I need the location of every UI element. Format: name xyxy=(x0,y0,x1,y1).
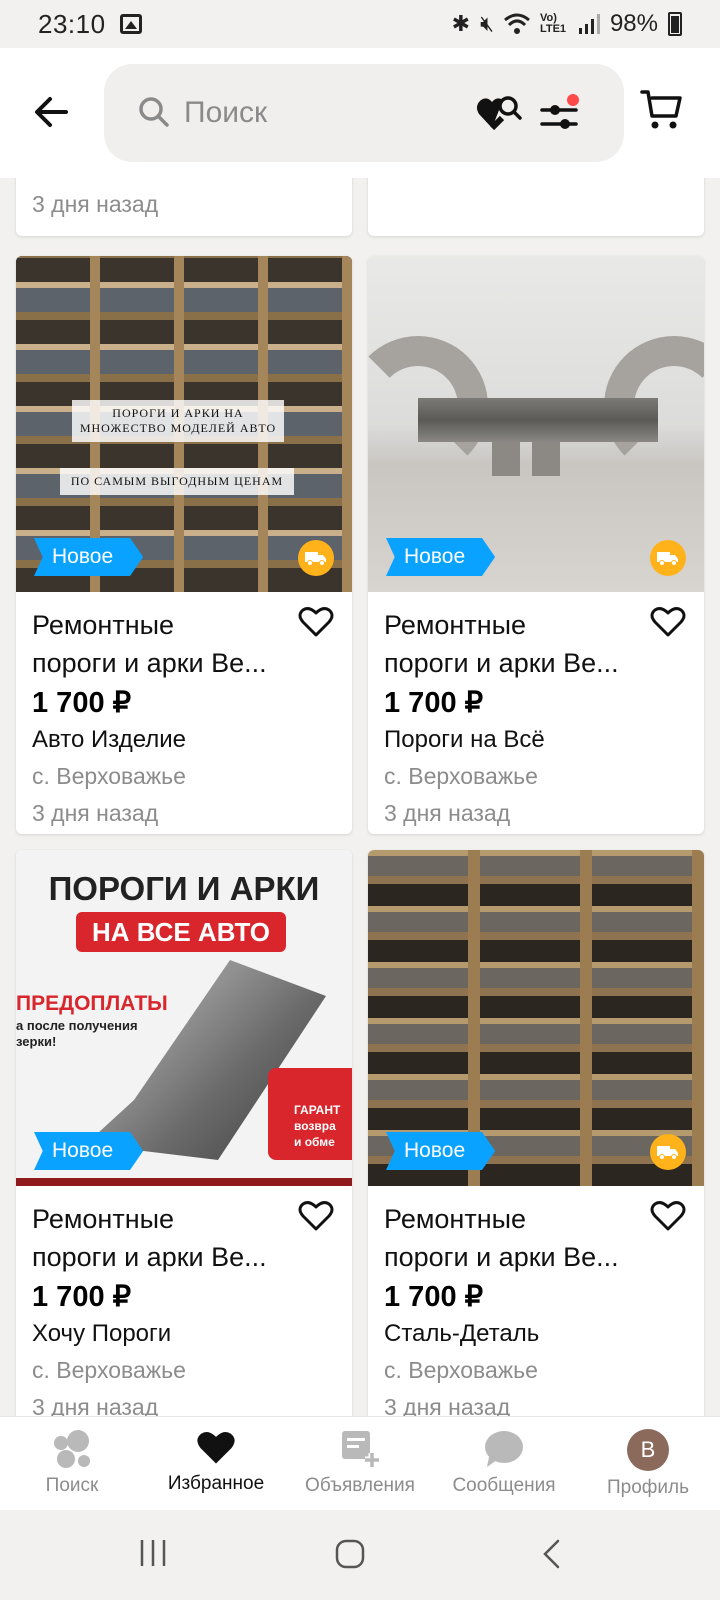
nav-tab-search[interactable]: Поиск xyxy=(0,1417,144,1510)
photo-banner: НА ВСЕ АВТО xyxy=(76,912,286,952)
listings-grid[interactable]: 3 дня назад ПОРОГИ И АРКИ НА МНОЖЕСТВО М… xyxy=(0,178,720,1416)
new-badge: Новое xyxy=(34,538,144,576)
system-back-icon[interactable] xyxy=(540,1538,564,1570)
listing-card-partial[interactable]: 3 дня назад xyxy=(16,178,352,236)
search-placeholder: Поиск xyxy=(184,96,268,129)
listing-date: 3 дня назад xyxy=(384,800,511,826)
favorite-heart-icon[interactable] xyxy=(298,606,334,638)
nav-tab-profile[interactable]: В Профиль xyxy=(576,1417,720,1510)
listing-photo[interactable]: Новое xyxy=(368,850,704,1186)
listing-title: Ремонтные пороги и арки Ве... xyxy=(384,610,619,678)
listing-location: с. Верховажье xyxy=(32,1357,186,1383)
listing-seller: Авто Изделие xyxy=(32,726,187,753)
listing-photo[interactable]: ПОРОГИ И АРКИ НА ВСЕ АВТО ПРЕДОПЛАТЫ а п… xyxy=(16,850,352,1186)
listing-card[interactable]: ПОРОГИ И АРКИ НА МНОЖЕСТВО МОДЕЛЕЙ АВТО … xyxy=(16,256,352,834)
back-arrow-icon[interactable] xyxy=(32,92,72,132)
listing-price: 1 700 ₽ xyxy=(384,1281,484,1313)
messages-tab-icon xyxy=(485,1431,523,1467)
ads-tab-icon xyxy=(342,1431,379,1467)
listing-date: 3 дня назад xyxy=(32,191,159,217)
listing-card[interactable]: ПОРОГИ И АРКИ НА ВСЕ АВТО ПРЕДОПЛАТЫ а п… xyxy=(16,850,352,1416)
saved-search-icon[interactable] xyxy=(476,92,522,132)
listing-location: с. Верховажье xyxy=(384,763,538,789)
search-tab-icon xyxy=(54,1430,90,1468)
home-icon[interactable] xyxy=(334,1538,366,1570)
bracket-image xyxy=(492,442,520,476)
cart-icon[interactable] xyxy=(640,88,684,132)
status-time: 23:10 xyxy=(38,8,106,39)
delivery-icon xyxy=(650,1134,686,1170)
mute-icon: 🔇︎ xyxy=(480,11,494,36)
listing-date: 3 дня назад xyxy=(384,1394,511,1416)
listing-title: Ремонтные пороги и арки Ве... xyxy=(32,610,267,678)
heart-tab-icon xyxy=(197,1431,235,1464)
delivery-icon xyxy=(650,540,686,576)
guarantee-box: ГАРАНТ возвра и обме xyxy=(268,1068,352,1160)
nav-tab-ads[interactable]: Объявления xyxy=(288,1417,432,1510)
top-app-bar: Поиск xyxy=(0,48,720,178)
new-badge: Новое xyxy=(386,538,496,576)
wifi-icon xyxy=(503,13,530,34)
listing-photo[interactable]: ПОРОГИ И АРКИ НА МНОЖЕСТВО МОДЕЛЕЙ АВТО … xyxy=(16,256,352,592)
bluetooth-icon: ✱ xyxy=(451,11,471,36)
search-icon xyxy=(139,97,169,127)
listing-card-partial[interactable] xyxy=(368,178,704,236)
photo-text: ПРЕДОПЛАТЫ xyxy=(16,992,168,1015)
listing-card[interactable]: Новое Ремонтные пороги и арки Ве... 1 700… xyxy=(368,850,704,1416)
listing-info: Ремонтные пороги и арки Ве... 1 700 ₽ Хоч… xyxy=(16,1186,352,1416)
listing-price: 1 700 ₽ xyxy=(384,687,484,719)
gallery-icon xyxy=(119,14,142,34)
avatar: В xyxy=(627,1429,669,1471)
photo-overlay-text: ПОРОГИ И АРКИ НА МНОЖЕСТВО МОДЕЛЕЙ АВТО xyxy=(72,400,284,442)
filters-icon[interactable] xyxy=(540,94,580,134)
listing-seller: Сталь-Деталь xyxy=(384,1320,540,1347)
listing-info: Ремонтные пороги и арки Ве... 1 700 ₽ Пор… xyxy=(368,592,704,832)
listing-info: Ремонтные пороги и арки Ве... 1 700 ₽ Авт… xyxy=(16,592,352,832)
photo-stripe xyxy=(16,1178,352,1186)
listing-price: 1 700 ₽ xyxy=(32,1281,132,1313)
bottom-navigation: Поиск Избранное Объявления Сообщения В П… xyxy=(0,1416,720,1510)
listing-seller: Хочу Пороги xyxy=(32,1320,172,1347)
sill-image xyxy=(418,398,658,442)
listing-seller: Пороги на Всё xyxy=(384,726,545,753)
search-bar[interactable]: Поиск xyxy=(104,64,624,162)
listing-location: с. Верховажье xyxy=(384,1357,538,1383)
signal-icon xyxy=(578,14,600,34)
battery-icon xyxy=(668,12,682,36)
listing-photo[interactable]: Новое xyxy=(368,256,704,592)
photo-text: а после получения xyxy=(16,1018,138,1033)
bracket-image xyxy=(532,442,560,476)
new-badge: Новое xyxy=(386,1132,496,1170)
favorite-heart-icon[interactable] xyxy=(650,606,686,638)
status-bar: 23:10 ✱ 🔇︎ Vo) LTE1 98% xyxy=(0,0,720,48)
volte-icon: Vo) LTE1 xyxy=(539,12,567,35)
photo-headline: ПОРОГИ И АРКИ xyxy=(48,870,320,907)
battery-percent: 98% xyxy=(609,10,658,37)
listing-location: с. Верховажье xyxy=(32,763,186,789)
photo-overlay-text: ПО САМЫМ ВЫГОДНЫМ ЦЕНАМ xyxy=(60,468,294,495)
listing-title: Ремонтные пороги и арки Ве... xyxy=(384,1204,619,1272)
delivery-icon xyxy=(298,540,334,576)
listing-card[interactable]: Новое Ремонтные пороги и арки Ве... 1 700… xyxy=(368,256,704,834)
favorite-heart-icon[interactable] xyxy=(298,1200,334,1232)
recent-apps-icon[interactable] xyxy=(138,1538,168,1568)
system-navigation-bar xyxy=(0,1510,720,1600)
favorite-heart-icon[interactable] xyxy=(650,1200,686,1232)
nav-tab-favorites[interactable]: Избранное xyxy=(144,1417,288,1510)
listing-date: 3 дня назад xyxy=(32,800,159,826)
nav-tab-messages[interactable]: Сообщения xyxy=(432,1417,576,1510)
listing-title: Ремонтные пороги и арки Ве... xyxy=(32,1204,267,1272)
new-badge: Новое xyxy=(34,1132,144,1170)
listing-price: 1 700 ₽ xyxy=(32,687,132,719)
listing-date: 3 дня назад xyxy=(32,1394,159,1416)
listing-info: Ремонтные пороги и арки Ве... 1 700 ₽ Ста… xyxy=(368,1186,704,1416)
photo-text: зерки! xyxy=(16,1034,57,1049)
